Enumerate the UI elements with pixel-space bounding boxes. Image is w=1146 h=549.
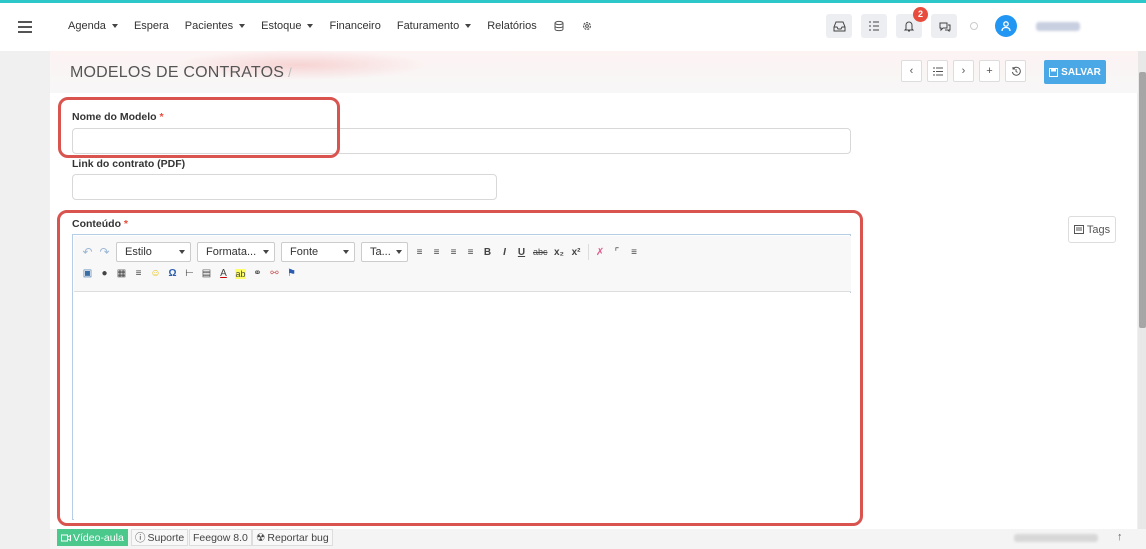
menu-item-label: Estoque: [261, 20, 302, 32]
caret-down-icon: [239, 24, 246, 28]
highlight-box-model-name: [58, 97, 340, 158]
menu-item-label: Pacientes: [184, 20, 234, 32]
caret-down-icon: [307, 24, 314, 28]
highlight-box-content: [57, 210, 863, 526]
menu-item-label: Financeiro: [329, 20, 381, 32]
menu-item-label: Relatórios: [487, 20, 537, 32]
support-label: Suporte: [147, 531, 185, 544]
tags-button[interactable]: Tags: [1068, 216, 1116, 243]
pdf-link-label: Link do contrato (PDF): [72, 158, 186, 170]
menu-item-label: Espera: [133, 20, 169, 32]
pdf-link-input[interactable]: [72, 174, 497, 200]
chat-button[interactable]: [931, 14, 957, 38]
list-icon: [869, 21, 879, 31]
scrollbar-thumb[interactable]: [1139, 72, 1146, 328]
menu-item-faturamento[interactable]: Faturamento: [396, 20, 472, 32]
plus-icon: +: [986, 65, 993, 77]
caret-down-icon: [465, 24, 472, 28]
list-button[interactable]: [927, 60, 948, 82]
menu-item-agenda[interactable]: Agenda: [68, 20, 118, 32]
version-label: Feegow 8.0: [189, 529, 252, 546]
next-button[interactable]: ›: [953, 60, 974, 82]
previous-button[interactable]: ‹: [901, 60, 922, 82]
menu-item-label: Agenda: [68, 20, 106, 32]
page-title-text: MODELOS DE CONTRATOS: [70, 64, 285, 81]
status-indicator: [970, 22, 978, 30]
caret-down-icon: [111, 24, 118, 28]
breadcrumb-slash: /: [288, 65, 292, 80]
notifications-button[interactable]: 2: [896, 7, 928, 38]
floppy-disk-icon: [1049, 67, 1059, 77]
chevron-right-icon: ›: [961, 65, 966, 77]
save-button[interactable]: SALVAR: [1044, 60, 1106, 84]
scroll-to-top-icon[interactable]: ↑: [1117, 531, 1123, 543]
main-menu: Agenda Espera Pacientes Estoque Financei…: [68, 20, 593, 32]
chat-icon: [939, 22, 950, 32]
video-icon: [61, 534, 71, 541]
report-bug-label: Reportar bug: [267, 531, 329, 544]
report-bug-button[interactable]: ☢ Reportar bug: [252, 529, 333, 546]
video-lesson-label: Vídeo-aula: [73, 531, 124, 544]
user-icon: [1001, 21, 1011, 32]
history-icon: [1011, 66, 1021, 76]
hamburger-menu-icon[interactable]: [18, 21, 32, 33]
tasks-button[interactable]: [861, 14, 887, 38]
list-icon: [932, 67, 943, 75]
video-lesson-button[interactable]: Vídeo-aula: [57, 529, 128, 546]
menu-item-financeiro[interactable]: Financeiro: [329, 20, 380, 32]
menu-item-pacientes[interactable]: Pacientes: [184, 20, 246, 32]
menu-item-estoque[interactable]: Estoque: [261, 20, 314, 32]
save-label: SALVAR: [1061, 66, 1101, 78]
help-icon: ⓘ: [135, 532, 146, 544]
bug-icon: ☢: [256, 531, 266, 544]
menu-item-espera[interactable]: Espera: [134, 20, 169, 32]
menu-item-label: Faturamento: [396, 20, 460, 32]
user-name-blurred: [1036, 21, 1080, 31]
bell-icon: [903, 21, 915, 32]
header-actions: ‹ › +: [901, 60, 1026, 82]
add-button[interactable]: +: [979, 60, 1000, 82]
history-button[interactable]: [1005, 60, 1026, 82]
settings-icon[interactable]: [581, 20, 593, 32]
page-title: MODELOS DE CONTRATOS /: [70, 64, 292, 82]
tags-label: Tags: [1086, 223, 1111, 236]
tags-list-icon: [1073, 225, 1084, 234]
menu-item-relatorios[interactable]: Relatórios: [487, 20, 537, 32]
user-avatar[interactable]: [995, 15, 1017, 37]
support-button[interactable]: ⓘ Suporte: [131, 529, 189, 546]
chevron-left-icon: ‹: [909, 65, 914, 77]
navbar-right: 2: [826, 7, 1080, 38]
inbox-icon: [833, 21, 845, 31]
inbox-button[interactable]: [826, 14, 852, 38]
database-icon[interactable]: [553, 20, 565, 32]
notification-badge: 2: [913, 7, 928, 22]
footer-info-blurred: [1014, 534, 1098, 542]
top-navbar: Agenda Espera Pacientes Estoque Financei…: [0, 3, 1146, 51]
